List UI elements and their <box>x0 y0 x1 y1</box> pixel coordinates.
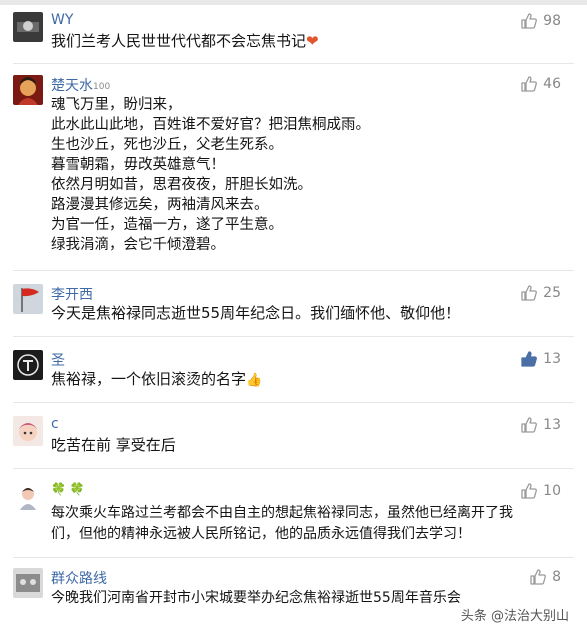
comment-text-line: 每次乘火车路过兰考都会不由自主的想起焦裕禄同志，虽然他已经离开了我 <box>51 505 513 521</box>
like-button[interactable]: 46 <box>520 75 561 93</box>
like-count: 8 <box>552 569 561 585</box>
poem-line: 暮雪朝霜，毋改英雄意气！ <box>51 157 225 173</box>
comment-text: 焦裕禄，一个依旧滚烫的名字👍 <box>51 370 263 388</box>
comment-item: 李开西 25 今天是焦裕禄同志逝世55周年纪念日。我们缅怀他、敬仰他！ <box>0 284 587 330</box>
comment-username[interactable]: WY <box>51 12 73 28</box>
comment-item: 圣 13 焦裕禄，一个依旧滚烫的名字👍 <box>0 350 587 396</box>
comment-username[interactable]: 群众路线 <box>51 568 107 588</box>
poem-line: 依然月明如昔，思君夜夜，肝胆长如洗。 <box>51 177 312 193</box>
like-count: 13 <box>543 417 561 433</box>
like-button[interactable]: 13 <box>520 416 561 434</box>
thumbs-up-icon <box>521 285 538 301</box>
heart-icon: ❤ <box>306 32 319 50</box>
avatar[interactable] <box>13 75 43 105</box>
thumbs-up-icon <box>530 569 547 585</box>
like-count: 10 <box>543 483 561 499</box>
comment-item: 🍀 🍀 10 每次乘火车路过兰考都会不由自主的想起焦裕禄同志，虽然他已经离开了我… <box>0 482 587 552</box>
top-edge <box>0 0 587 5</box>
avatar[interactable] <box>13 350 43 380</box>
comment-text: 魂飞万里，盼归来， 此水此山此地，百姓谁不爱好官？把泪焦桐成雨。 生也沙丘，死也… <box>51 95 370 255</box>
poem-line: 路漫漫其修远矣，两袖清风来去。 <box>51 197 269 213</box>
comment-username[interactable]: 李开西 <box>51 284 93 304</box>
thumbs-up-icon <box>521 13 538 29</box>
like-button[interactable]: 25 <box>520 284 561 302</box>
avatar[interactable] <box>13 284 43 314</box>
poem-line: 魂飞万里，盼归来， <box>51 97 182 113</box>
comment-username[interactable]: 圣 <box>51 350 65 370</box>
comment-text-line: 们，但他的精神永远被人民所铭记，他的品质永远值得我们去学习！ <box>51 526 471 542</box>
comment-text: 今晚我们河南省开封市小宋城要举办纪念焦裕禄逝世55周年音乐会 <box>51 590 461 606</box>
poem-line: 此水此山此地，百姓谁不爱好官？把泪焦桐成雨。 <box>51 117 370 133</box>
poem-line: 为官一任，造福一方，遂了平生意。 <box>51 217 283 233</box>
comment-text: 每次乘火车路过兰考都会不由自主的想起焦裕禄同志，虽然他已经离开了我 们，但他的精… <box>51 503 513 545</box>
comment-item: c 13 吃苦在前 享受在后 <box>0 416 587 462</box>
thumbs-up-emoji-icon: 👍 <box>246 373 263 388</box>
poem-line: 绿我涓滴，会它千倾澄碧。 <box>51 237 225 253</box>
divider <box>13 402 574 403</box>
watermark: 头条 @法治大别山 <box>456 603 573 626</box>
avatar[interactable] <box>13 568 43 598</box>
comment-username[interactable]: c <box>51 416 59 432</box>
divider <box>13 557 574 558</box>
like-count: 25 <box>543 285 561 301</box>
like-count: 98 <box>543 13 561 29</box>
avatar[interactable] <box>13 416 43 446</box>
thumbs-up-icon <box>521 483 538 499</box>
thumbs-up-icon <box>521 351 538 367</box>
like-button[interactable]: 98 <box>520 12 561 30</box>
comment-text: 我们兰考人民世世代代都不会忘焦书记❤ <box>51 32 319 50</box>
poem-line: 生也沙丘，死也沙丘，父老生死系。 <box>51 137 283 153</box>
comment-item: WY 98 我们兰考人民世世代代都不会忘焦书记❤ <box>0 12 587 62</box>
like-button[interactable]: 10 <box>520 482 561 500</box>
comment-item: 楚天水100 46 魂飞万里，盼归来， 此水此山此地，百姓谁不爱好官？把泪焦桐成… <box>0 75 587 265</box>
comment-text: 今天是焦裕禄同志逝世55周年纪念日。我们缅怀他、敬仰他！ <box>51 304 461 322</box>
like-button[interactable]: 8 <box>529 568 561 586</box>
divider <box>13 270 574 271</box>
comment-username[interactable]: 楚天水100 <box>51 75 110 95</box>
user-level-badge: 100 <box>93 82 111 92</box>
divider <box>13 63 574 64</box>
comment-text: 吃苦在前 享受在后 <box>51 436 176 454</box>
like-count: 46 <box>543 76 561 92</box>
avatar[interactable] <box>13 12 43 42</box>
thumbs-up-icon <box>521 76 538 92</box>
like-button[interactable]: 13 <box>520 350 561 368</box>
comment-username[interactable]: 🍀 🍀 <box>51 482 85 496</box>
avatar[interactable] <box>13 482 43 512</box>
divider <box>13 336 574 337</box>
like-count: 13 <box>543 351 561 367</box>
thumbs-up-icon <box>521 417 538 433</box>
divider <box>13 468 574 469</box>
